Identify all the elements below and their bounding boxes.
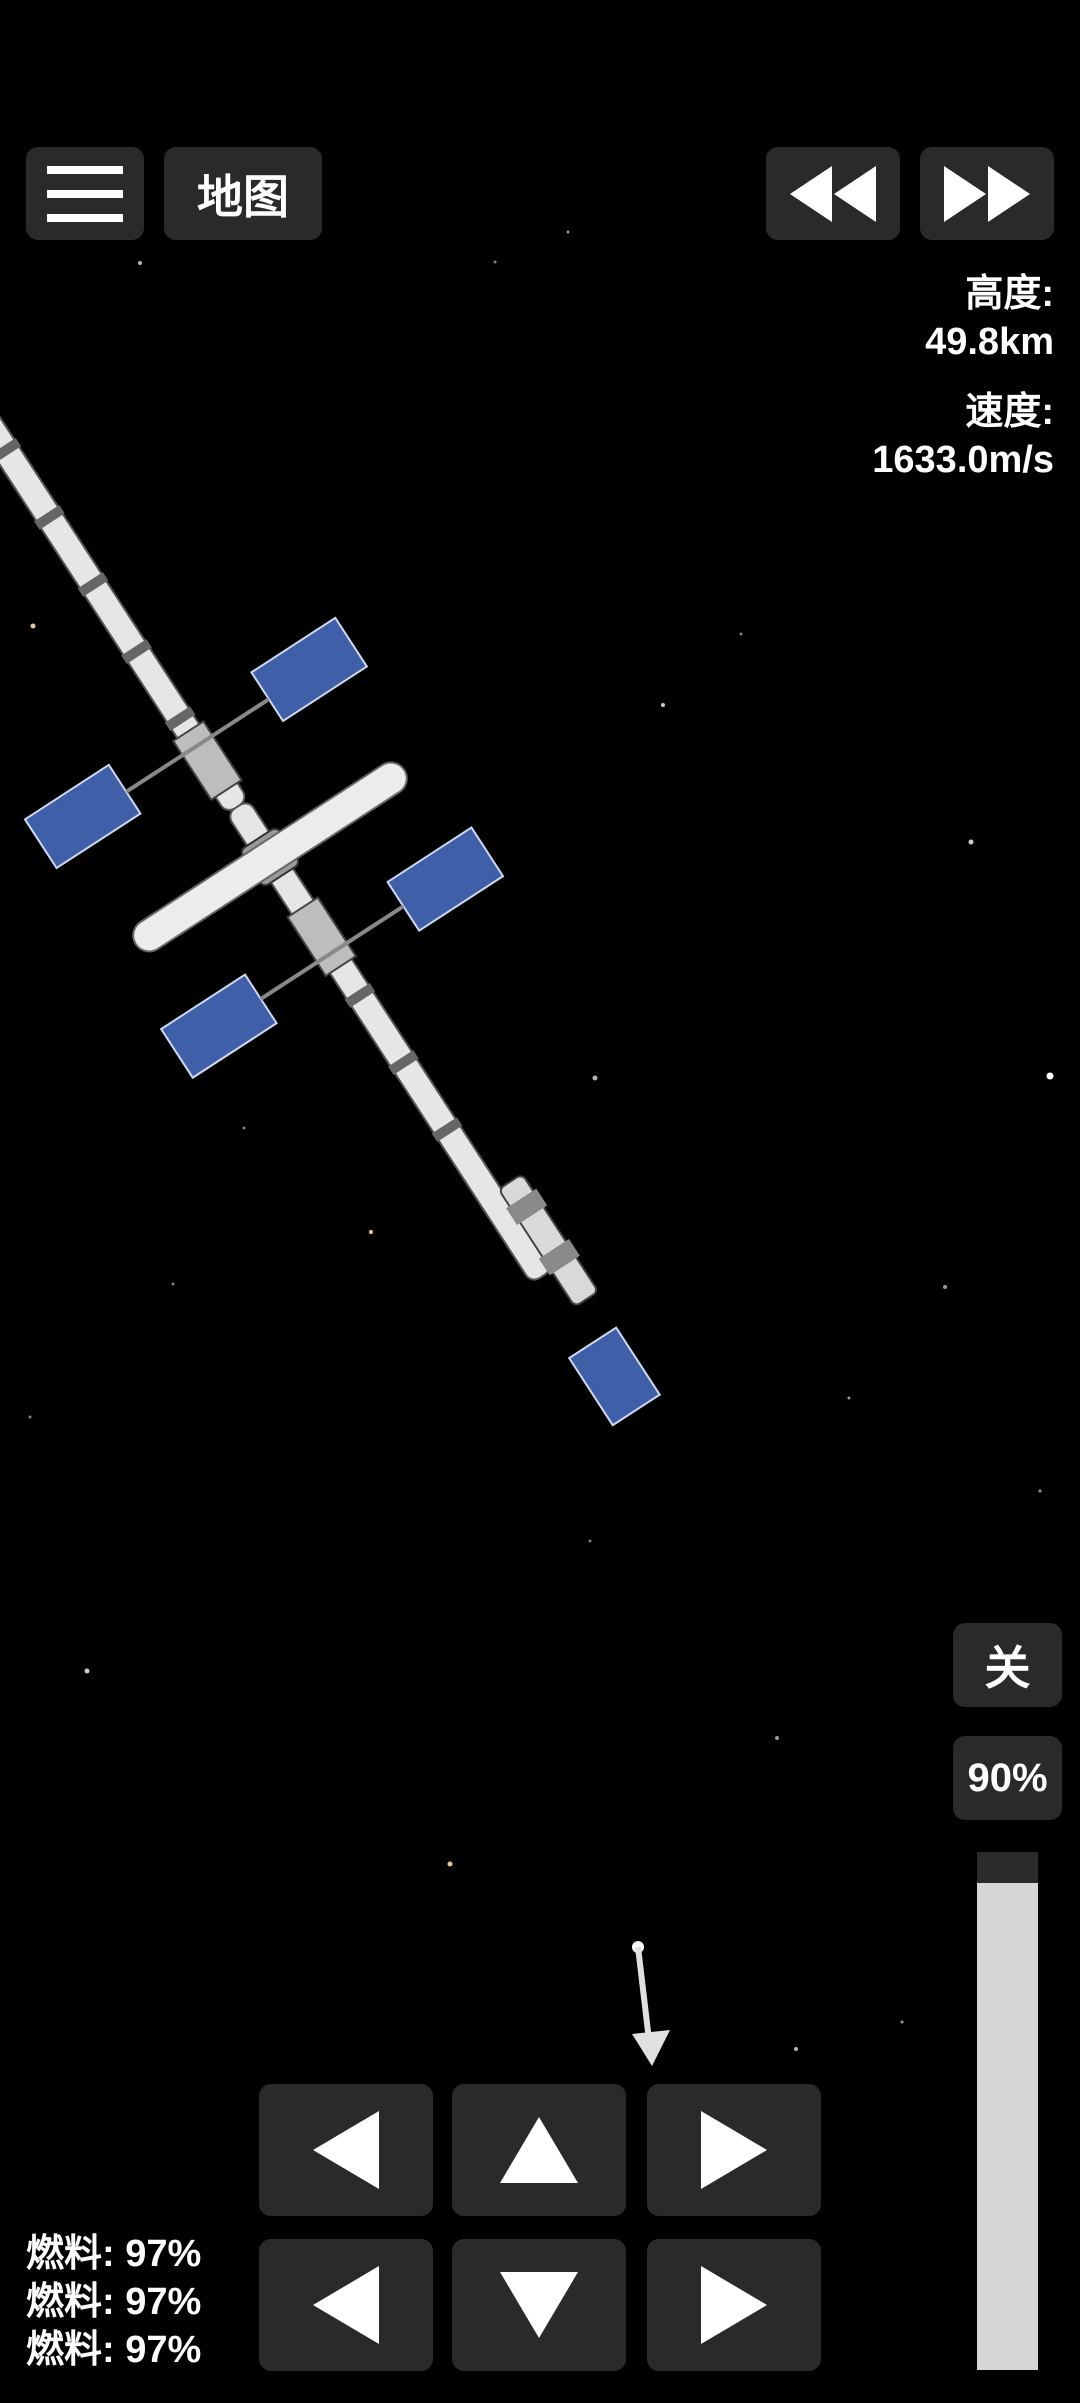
arrow-left-icon	[313, 2111, 379, 2189]
rotate-left-button[interactable]	[259, 2084, 433, 2216]
translate-right-button[interactable]	[647, 2239, 821, 2371]
fast-forward-button[interactable]	[920, 147, 1054, 240]
speed-label: 速度:	[965, 391, 1054, 433]
speed-readout: 速度: 1633.0m/s	[872, 388, 1054, 484]
arrow-left-icon	[313, 2266, 379, 2344]
map-button[interactable]: 地图	[164, 147, 322, 240]
altitude-label: 高度:	[965, 273, 1054, 315]
fuel-readout: 燃料: 97%	[26, 2233, 202, 2275]
thrust-down-button[interactable]	[452, 2239, 626, 2371]
fuel-readout: 燃料: 97%	[26, 2329, 202, 2371]
rewind-button[interactable]	[766, 147, 900, 240]
space-scene	[0, 230, 1054, 2297]
arrow-down-icon	[500, 2272, 578, 2338]
menu-button[interactable]	[26, 147, 144, 240]
throttle-fill	[977, 1883, 1038, 2370]
fuel-readout: 燃料: 97%	[26, 2281, 202, 2323]
throttle-percent-button[interactable]: 90%	[953, 1736, 1062, 1820]
fuel-list: 燃料: 97% 燃料: 97% 燃料: 97%	[26, 2230, 201, 2374]
thrust-up-button[interactable]	[452, 2084, 626, 2216]
arrow-up-icon	[500, 2117, 578, 2183]
rotate-right-button[interactable]	[647, 2084, 821, 2216]
engine-toggle-button[interactable]: 关	[953, 1623, 1062, 1707]
rewind-icon	[790, 165, 876, 222]
arrow-right-icon	[701, 2266, 767, 2344]
altitude-value: 49.8km	[925, 321, 1054, 363]
prograde-marker	[632, 1941, 670, 2066]
hamburger-icon	[47, 165, 123, 222]
arrow-right-icon	[701, 2111, 767, 2189]
speed-value: 1633.0m/s	[872, 439, 1054, 481]
altitude-readout: 高度: 49.8km	[925, 270, 1054, 366]
fast-forward-icon	[944, 165, 1030, 222]
translate-left-button[interactable]	[259, 2239, 433, 2371]
space-station	[0, 383, 662, 1427]
throttle-slider[interactable]	[977, 1852, 1038, 2370]
